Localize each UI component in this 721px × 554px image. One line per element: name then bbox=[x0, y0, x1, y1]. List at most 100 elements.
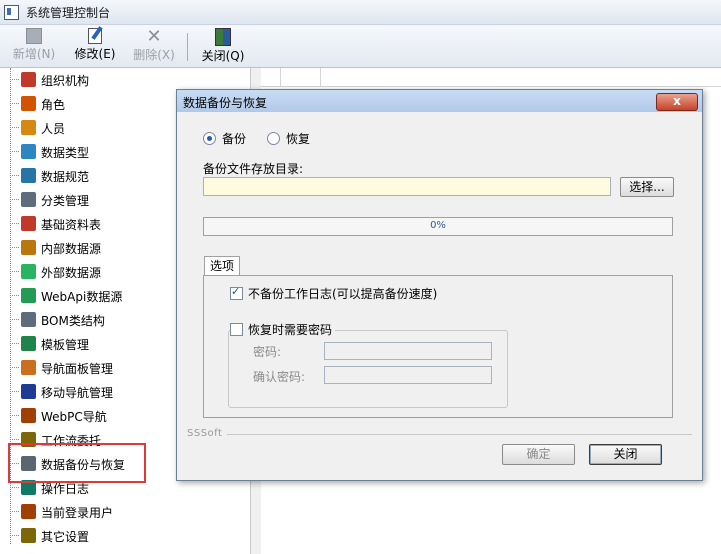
confirm-password-input[interactable] bbox=[324, 366, 492, 384]
edit-button-label: 修改(E) bbox=[74, 47, 116, 61]
base-table-icon bbox=[21, 216, 36, 231]
person-icon bbox=[21, 120, 36, 135]
backup-dir-input[interactable] bbox=[203, 177, 611, 196]
category-icon bbox=[21, 192, 36, 207]
new-button-label: 新增(N) bbox=[12, 47, 56, 61]
brand-label: SSSoft bbox=[187, 428, 223, 439]
edit-button[interactable]: 修改(E) bbox=[70, 28, 120, 64]
tree-branch-line bbox=[10, 79, 19, 80]
tree-item-label: 其它设置 bbox=[41, 530, 90, 544]
tree-branch-line bbox=[10, 487, 19, 488]
delete-button[interactable]: ✕ 删除(X) bbox=[130, 28, 178, 64]
options-panel: 不备份工作日志(可以提高备份速度) 密码: 确认密码: 恢复时需要密码 bbox=[203, 275, 673, 418]
organization-icon bbox=[21, 72, 36, 87]
tree-branch-line bbox=[10, 415, 19, 416]
toolbar-separator bbox=[187, 33, 188, 61]
backup-restore-dialog: 数据备份与恢复 x 备份 恢复 备份文件存放目录: 选择... 0% 选项 不备… bbox=[176, 89, 703, 481]
tree-item[interactable]: 当前登录用户 bbox=[0, 500, 250, 524]
need-password-label: 恢复时需要密码 bbox=[248, 323, 333, 337]
tree-branch-line bbox=[10, 127, 19, 128]
password-group: 密码: 确认密码: bbox=[228, 330, 508, 408]
window-title-bar: 系统管理控制台 bbox=[0, 0, 721, 25]
grid-column-divider[interactable] bbox=[280, 68, 281, 86]
new-button[interactable]: 新增(N) bbox=[10, 28, 58, 64]
external-source-icon bbox=[21, 264, 36, 279]
tree-branch-line bbox=[10, 343, 19, 344]
bom-icon bbox=[21, 312, 36, 327]
dialog-close-action-button[interactable]: 关闭 bbox=[589, 444, 662, 465]
new-icon bbox=[26, 28, 42, 44]
need-password-checkbox[interactable]: 恢复时需要密码 bbox=[230, 321, 336, 338]
tree-item-label: 角色 bbox=[41, 98, 66, 112]
mobile-nav-icon bbox=[21, 384, 36, 399]
brand-divider bbox=[227, 434, 692, 435]
selected-item-highlight bbox=[8, 443, 146, 483]
window-title: 系统管理控制台 bbox=[26, 6, 111, 20]
tree-branch-line bbox=[10, 175, 19, 176]
checkbox-box bbox=[230, 323, 243, 336]
current-user-icon bbox=[21, 504, 36, 519]
delete-icon: ✕ bbox=[146, 26, 162, 47]
tree-branch-line bbox=[10, 199, 19, 200]
tree-item-label: 当前登录用户 bbox=[41, 506, 114, 520]
confirm-password-label: 确认密码: bbox=[253, 370, 306, 384]
tree-branch-line bbox=[10, 151, 19, 152]
tree-branch-line bbox=[10, 391, 19, 392]
radio-dot bbox=[267, 132, 280, 145]
tree-item-label: 组织机构 bbox=[41, 74, 90, 88]
skip-log-checkbox[interactable]: 不备份工作日志(可以提高备份速度) bbox=[230, 285, 437, 302]
grid-header-line bbox=[261, 86, 721, 87]
grid-column-divider[interactable] bbox=[320, 68, 321, 86]
dialog-close-button[interactable]: x bbox=[656, 93, 698, 111]
close-button[interactable]: 关闭(Q) bbox=[199, 28, 247, 64]
checkbox-box bbox=[230, 285, 243, 300]
tree-item-label: 基础资料表 bbox=[41, 218, 102, 232]
backup-progress-bar: 0% bbox=[203, 217, 673, 236]
backup-dir-label: 备份文件存放目录: bbox=[203, 162, 304, 176]
tab-options[interactable]: 选项 bbox=[204, 256, 241, 275]
tree-item-label: WebPC导航 bbox=[41, 410, 107, 424]
tree-item-label: 外部数据源 bbox=[41, 266, 102, 280]
tree-branch-line bbox=[10, 295, 19, 296]
close-door-icon bbox=[215, 28, 231, 46]
other-settings-icon bbox=[21, 528, 36, 543]
data-type-icon bbox=[21, 144, 36, 159]
tree-branch-line bbox=[10, 535, 19, 536]
backup-radio[interactable]: 备份 bbox=[203, 130, 246, 147]
progress-text: 0% bbox=[430, 220, 446, 231]
dialog-title: 数据备份与恢复 bbox=[183, 96, 268, 110]
tree-branch-line bbox=[10, 271, 19, 272]
tree-item-label: 数据规范 bbox=[41, 170, 90, 184]
tree-item-label: 数据类型 bbox=[41, 146, 90, 160]
nav-panel-icon bbox=[21, 360, 36, 375]
tree-branch-line bbox=[10, 247, 19, 248]
restore-radio[interactable]: 恢复 bbox=[267, 130, 310, 147]
tree-branch-line bbox=[10, 367, 19, 368]
dialog-title-bar[interactable]: 数据备份与恢复 x bbox=[177, 90, 702, 112]
tree-item-label: 内部数据源 bbox=[41, 242, 102, 256]
webapi-icon bbox=[21, 288, 36, 303]
tree-item-label: 移动导航管理 bbox=[41, 386, 114, 400]
template-icon bbox=[21, 336, 36, 351]
tree-item-label: 模板管理 bbox=[41, 338, 90, 352]
internal-source-icon bbox=[21, 240, 36, 255]
delete-button-label: 删除(X) bbox=[133, 48, 175, 62]
close-button-label: 关闭(Q) bbox=[201, 49, 245, 63]
tree-item-label: 导航面板管理 bbox=[41, 362, 114, 376]
tree-item-label: 分类管理 bbox=[41, 194, 90, 208]
ok-button[interactable]: 确定 bbox=[502, 444, 575, 465]
tree-item-label: BOM类结构 bbox=[41, 314, 105, 328]
tree-branch-line bbox=[10, 319, 19, 320]
restore-radio-label: 恢复 bbox=[286, 132, 311, 146]
password-input[interactable] bbox=[324, 342, 492, 360]
app-icon bbox=[4, 5, 19, 20]
data-spec-icon bbox=[21, 168, 36, 183]
backup-radio-label: 备份 bbox=[222, 132, 247, 146]
edit-icon bbox=[88, 28, 102, 44]
tree-item[interactable]: 其它设置 bbox=[0, 524, 250, 548]
skip-log-label: 不备份工作日志(可以提高备份速度) bbox=[248, 287, 438, 301]
password-label: 密码: bbox=[253, 345, 282, 359]
choose-dir-button[interactable]: 选择... bbox=[620, 177, 674, 197]
tree-branch-line bbox=[10, 439, 19, 440]
tree-branch-line bbox=[10, 511, 19, 512]
